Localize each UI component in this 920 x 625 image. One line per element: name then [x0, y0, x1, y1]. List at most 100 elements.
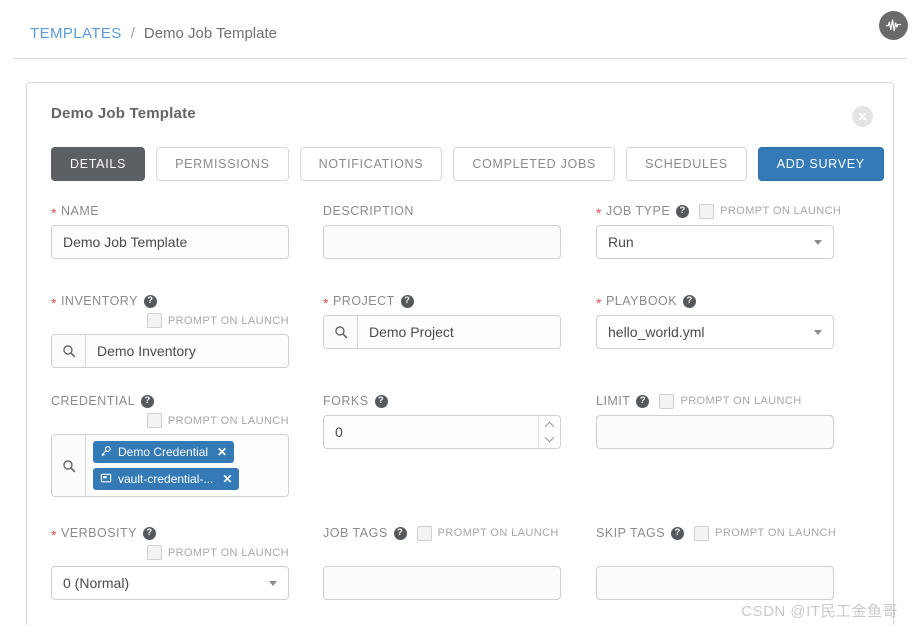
- chevron-down-icon[interactable]: [544, 432, 555, 443]
- add-survey-button[interactable]: ADD SURVEY: [757, 147, 884, 181]
- credential-label-text: CREDENTIAL: [51, 394, 136, 408]
- breadcrumb-separator: /: [130, 24, 135, 42]
- forks-stepper[interactable]: 0: [323, 415, 561, 449]
- field-name: * NAME Demo Job Template: [51, 202, 289, 259]
- field-credential: CREDENTIAL ? PROMPT ON LAUNCH Demo Crede…: [51, 392, 289, 497]
- prompt-on-launch-label: PROMPT ON LAUNCH: [167, 546, 289, 559]
- prompt-on-launch-checkbox[interactable]: [146, 545, 162, 560]
- vault-icon: [100, 472, 112, 487]
- credential-tag-label: vault-credential-...: [118, 472, 214, 486]
- remove-icon[interactable]: ✕: [222, 473, 232, 485]
- verbosity-label-text: VERBOSITY: [60, 526, 137, 540]
- skip-tags-prompt-on-launch: PROMPT ON LAUNCH: [694, 525, 837, 541]
- prompt-on-launch-label: PROMPT ON LAUNCH: [720, 205, 842, 217]
- help-icon[interactable]: ?: [143, 294, 157, 308]
- job-type-label-text: JOB TYPE: [605, 204, 671, 218]
- name-input[interactable]: Demo Job Template: [51, 225, 289, 259]
- limit-label: LIMIT ? PROMPT ON LAUNCH: [596, 392, 834, 410]
- required-asterisk: *: [51, 527, 57, 543]
- forks-input[interactable]: 0: [324, 416, 538, 448]
- verbosity-select[interactable]: 0 (Normal): [51, 566, 289, 600]
- playbook-select[interactable]: hello_world.yml: [596, 315, 834, 349]
- description-label-text: DESCRIPTION: [323, 204, 414, 218]
- credential-tag[interactable]: vault-credential-... ✕: [93, 468, 240, 490]
- remove-icon[interactable]: ✕: [217, 446, 227, 458]
- project-input[interactable]: Demo Project: [358, 316, 560, 348]
- search-icon[interactable]: [324, 316, 358, 348]
- help-icon[interactable]: ?: [374, 394, 388, 408]
- tab-notifications[interactable]: NOTIFICATIONS: [299, 147, 443, 181]
- prompt-on-launch-label: PROMPT ON LAUNCH: [437, 527, 559, 539]
- chevron-down-icon: [814, 239, 822, 245]
- inventory-input[interactable]: Demo Inventory: [86, 335, 288, 367]
- form-row-1: * NAME Demo Job Template DESCRIPTION * J…: [51, 202, 871, 292]
- field-skip-tags: SKIP TAGS ? PROMPT ON LAUNCH: [596, 524, 837, 600]
- search-icon[interactable]: [52, 435, 86, 496]
- prompt-on-launch-label: PROMPT ON LAUNCH: [715, 527, 837, 539]
- details-card: Demo Job Template DETAILS PERMISSIONS NO…: [26, 82, 894, 625]
- chevron-down-icon: [269, 580, 277, 586]
- credential-input-group: Demo Credential ✕ vault-credential-... ✕: [51, 434, 289, 497]
- job-tags-input[interactable]: [323, 566, 561, 600]
- limit-input[interactable]: [596, 415, 834, 449]
- prompt-on-launch-label: PROMPT ON LAUNCH: [680, 395, 802, 407]
- help-icon[interactable]: ?: [671, 526, 685, 540]
- prompt-on-launch-label: PROMPT ON LAUNCH: [167, 314, 289, 327]
- job-tags-label-text: JOB TAGS: [323, 526, 388, 540]
- field-playbook: * PLAYBOOK ? hello_world.yml: [596, 292, 834, 349]
- field-verbosity: * VERBOSITY ? PROMPT ON LAUNCH 0 (Normal…: [51, 524, 289, 600]
- credential-prompt-on-launch: PROMPT ON LAUNCH: [51, 412, 289, 429]
- help-icon[interactable]: ?: [141, 394, 155, 408]
- search-icon[interactable]: [52, 335, 86, 367]
- credential-tag-list[interactable]: Demo Credential ✕ vault-credential-... ✕: [86, 435, 288, 496]
- job-template-details-page: TEMPLATES / Demo Job Template Demo Job T…: [0, 0, 920, 625]
- required-asterisk: *: [596, 295, 602, 311]
- form-row-4: * VERBOSITY ? PROMPT ON LAUNCH 0 (Normal…: [51, 524, 871, 624]
- prompt-on-launch-checkbox[interactable]: [694, 525, 710, 541]
- required-asterisk: *: [323, 295, 329, 311]
- name-label-text: NAME: [60, 204, 100, 218]
- field-job-type: * JOB TYPE ? PROMPT ON LAUNCH Run: [596, 202, 841, 259]
- prompt-on-launch-checkbox[interactable]: [699, 203, 715, 219]
- tab-schedules[interactable]: SCHEDULES: [626, 147, 747, 181]
- inventory-prompt-on-launch: PROMPT ON LAUNCH: [51, 312, 289, 329]
- prompt-on-launch-checkbox[interactable]: [659, 393, 675, 409]
- breadcrumb-templates-link[interactable]: TEMPLATES: [30, 25, 122, 42]
- credential-tag[interactable]: Demo Credential ✕: [93, 441, 235, 463]
- description-input[interactable]: [323, 225, 561, 259]
- project-label-text: PROJECT: [332, 294, 395, 308]
- help-icon[interactable]: ?: [393, 526, 407, 540]
- field-limit: LIMIT ? PROMPT ON LAUNCH: [596, 392, 834, 449]
- prompt-on-launch-checkbox[interactable]: [416, 525, 432, 541]
- job-type-select[interactable]: Run: [596, 225, 834, 259]
- job-type-value: Run: [608, 234, 634, 250]
- close-icon[interactable]: [852, 106, 873, 127]
- required-asterisk: *: [51, 205, 57, 221]
- chevron-up-icon[interactable]: [544, 421, 555, 432]
- help-icon[interactable]: ?: [400, 294, 414, 308]
- description-label: DESCRIPTION: [323, 202, 561, 220]
- help-icon[interactable]: ?: [143, 526, 156, 540]
- inventory-label: * INVENTORY ?: [51, 292, 289, 310]
- activity-stream-icon[interactable]: [879, 11, 908, 40]
- limit-prompt-on-launch: PROMPT ON LAUNCH: [659, 393, 802, 409]
- help-icon[interactable]: ?: [636, 394, 650, 408]
- tab-details[interactable]: DETAILS: [51, 147, 146, 181]
- field-inventory: * INVENTORY ? PROMPT ON LAUNCH Demo Inve…: [51, 292, 289, 368]
- chevron-down-icon: [814, 329, 822, 335]
- field-forks: FORKS ? 0: [323, 392, 561, 449]
- inventory-label-text: INVENTORY: [60, 294, 138, 308]
- help-icon[interactable]: ?: [683, 294, 697, 308]
- project-input-group: Demo Project: [323, 315, 561, 349]
- credential-tag-label: Demo Credential: [118, 445, 209, 459]
- forks-label: FORKS ?: [323, 392, 561, 410]
- forks-stepper-buttons[interactable]: [538, 416, 560, 448]
- prompt-on-launch-checkbox[interactable]: [146, 313, 162, 328]
- tab-completed-jobs[interactable]: COMPLETED JOBS: [453, 147, 616, 181]
- field-job-tags: JOB TAGS ? PROMPT ON LAUNCH: [323, 524, 561, 600]
- prompt-on-launch-checkbox[interactable]: [146, 413, 162, 428]
- tab-permissions[interactable]: PERMISSIONS: [156, 147, 289, 181]
- skip-tags-input[interactable]: [596, 566, 834, 600]
- tab-bar: DETAILS PERMISSIONS NOTIFICATIONS COMPLE…: [51, 147, 884, 181]
- help-icon[interactable]: ?: [676, 204, 690, 218]
